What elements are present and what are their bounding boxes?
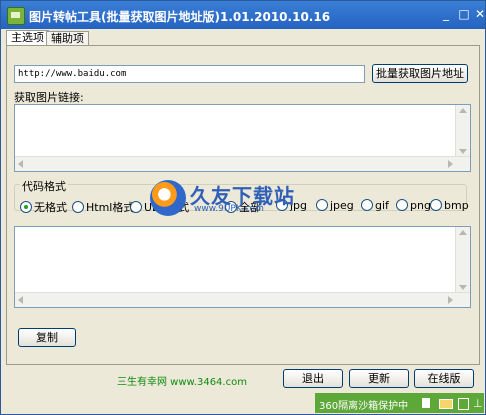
minimize-button[interactable]: _ (437, 6, 455, 22)
radio-icon (430, 199, 442, 211)
scroll-right-icon[interactable] (448, 160, 453, 168)
sandbox-status-bar: 360隔离沙箱保护中 ⊥ (315, 393, 484, 413)
watermark: 久友下载站 www.9UPK.com (150, 180, 350, 224)
vertical-scrollbar[interactable] (455, 227, 470, 293)
tab-main[interactable]: 主选项 (6, 30, 49, 46)
scroll-up-icon[interactable] (459, 108, 467, 113)
code-format-label: 代码格式 (20, 178, 68, 194)
app-icon (7, 7, 25, 25)
scroll-left-icon[interactable] (18, 160, 23, 168)
sandbox-status-text: 360隔离沙箱保护中 (319, 401, 409, 412)
title-bar[interactable]: 图片转帖工具(批量获取图片地址版)1.01.2010.10.16 _ □ ✕ (1, 1, 485, 29)
radio-gif[interactable]: gif (361, 199, 389, 212)
radio-checked-icon (20, 201, 32, 213)
radio-png[interactable]: png (396, 199, 431, 212)
copy-button[interactable]: 复制 (18, 328, 76, 347)
output-textarea[interactable] (14, 226, 471, 308)
horizontal-scrollbar[interactable] (15, 156, 470, 171)
url-input[interactable]: http://www.baidu.com (14, 65, 365, 83)
folder-icon[interactable] (439, 399, 453, 409)
exit-button[interactable]: 退出 (283, 369, 343, 388)
tab-assist[interactable]: 辅助项 (46, 31, 89, 46)
window-title: 图片转帖工具(批量获取图片地址版)1.01.2010.10.16 (29, 10, 331, 24)
radio-html-format[interactable]: Html格式 (72, 199, 134, 215)
batch-get-button[interactable]: 批量获取图片地址 (372, 64, 468, 83)
close-button[interactable]: ✕ (471, 6, 486, 22)
image-links-textarea[interactable] (14, 104, 471, 172)
radio-icon (361, 199, 373, 211)
scroll-down-icon[interactable] (459, 149, 467, 154)
radio-icon (130, 201, 142, 213)
radio-icon (396, 199, 408, 211)
footer-link[interactable]: 三生有幸网 www.3464.com (117, 373, 247, 388)
horizontal-scrollbar[interactable] (15, 292, 470, 307)
scroll-left-icon[interactable] (18, 296, 23, 304)
radio-no-format[interactable]: 无格式 (20, 199, 67, 215)
pin-icon[interactable]: ⊥ (473, 397, 483, 410)
radio-icon (72, 201, 84, 213)
update-button[interactable]: 更新 (349, 369, 409, 388)
radio-bmp[interactable]: bmp (430, 199, 469, 212)
watermark-logo-icon (150, 180, 186, 216)
phone-icon[interactable] (422, 398, 430, 408)
image-links-label: 获取图片链接: (14, 91, 84, 104)
vertical-scrollbar[interactable] (455, 105, 470, 157)
scroll-up-icon[interactable] (459, 230, 467, 235)
scroll-down-icon[interactable] (459, 285, 467, 290)
online-button[interactable]: 在线版 (414, 369, 474, 388)
scroll-right-icon[interactable] (448, 296, 453, 304)
window-icon[interactable] (458, 398, 469, 410)
watermark-url: www.9UPK.com (194, 204, 264, 214)
